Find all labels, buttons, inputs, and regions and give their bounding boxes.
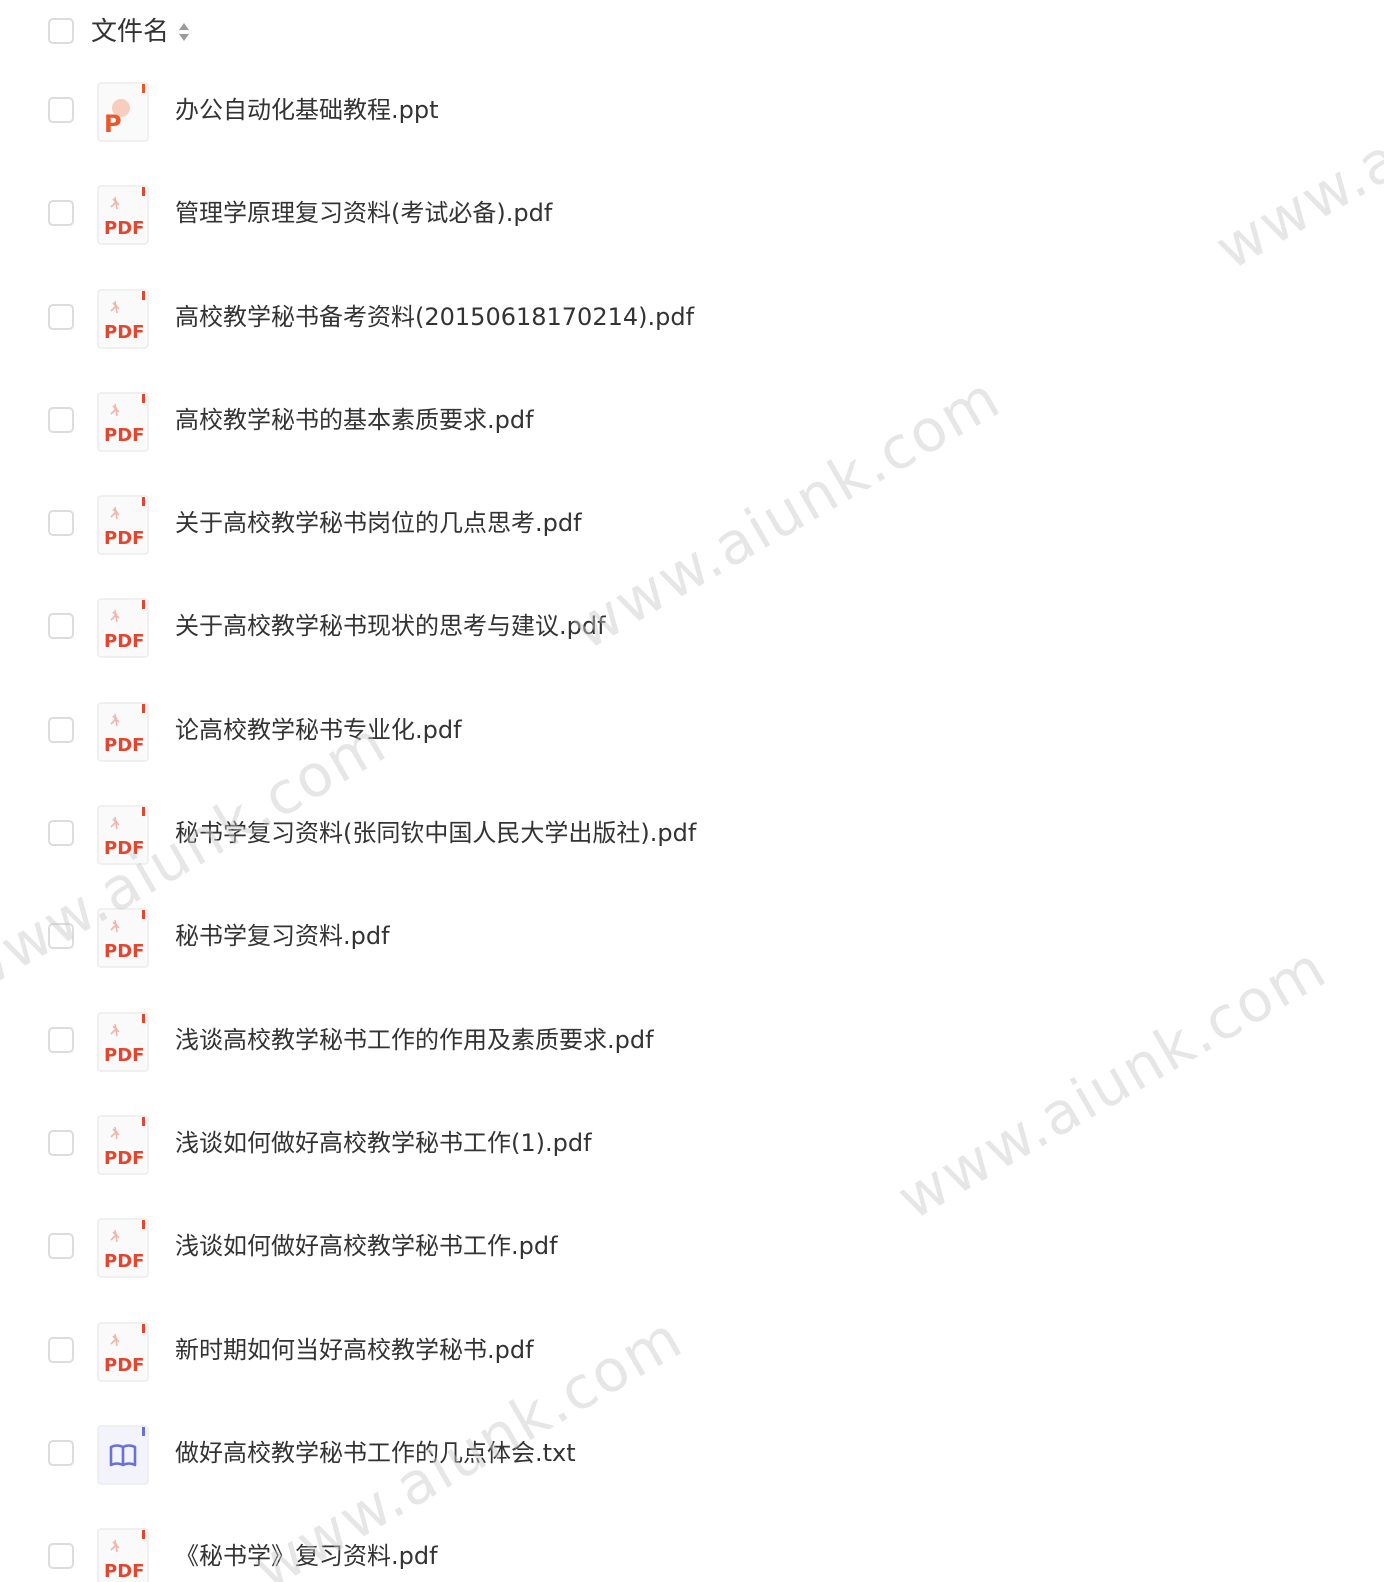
svg-text:PDF: PDF <box>104 528 144 549</box>
file-name[interactable]: 关于高校教学秘书岗位的几点思考.pdf <box>175 505 582 541</box>
file-name[interactable]: 新时期如何当好高校教学秘书.pdf <box>175 1332 534 1368</box>
file-row[interactable]: PDF 关于高校教学秘书现状的思考与建议.pdf <box>0 576 1384 679</box>
file-checkbox[interactable] <box>48 923 74 950</box>
file-row[interactable]: PDF 管理学原理复习资料(考试必备).pdf <box>0 163 1384 266</box>
file-checkbox[interactable] <box>48 1336 74 1363</box>
file-list: P 办公自动化基础教程.ppt PDF 管理学原理复习资料(考试必备).pdf PDF 高… <box>0 60 1384 1582</box>
file-checkbox[interactable] <box>48 1543 74 1570</box>
file-row[interactable]: PDF 关于高校教学秘书岗位的几点思考.pdf <box>0 473 1384 576</box>
file-name[interactable]: 做好高校教学秘书工作的几点体会.txt <box>175 1435 576 1471</box>
file-checkbox[interactable] <box>48 1129 74 1156</box>
svg-text:PDF: PDF <box>104 631 144 652</box>
pdf-file-icon: PDF <box>97 908 149 969</box>
file-checkbox[interactable] <box>48 613 74 640</box>
file-checkbox[interactable] <box>48 1026 74 1053</box>
file-checkbox[interactable] <box>48 406 74 433</box>
file-row[interactable]: PDF 浅谈如何做好高校教学秘书工作(1).pdf <box>0 1093 1384 1196</box>
pdf-file-icon: PDF <box>97 185 149 246</box>
file-name[interactable]: 浅谈高校教学秘书工作的作用及素质要求.pdf <box>175 1022 654 1058</box>
pdf-file-icon: PDF <box>97 805 149 865</box>
select-all-checkbox[interactable] <box>48 18 74 44</box>
txt-file-icon <box>97 1425 149 1485</box>
file-row[interactable]: PDF 高校教学秘书的基本素质要求.pdf <box>0 370 1384 473</box>
svg-text:PDF: PDF <box>104 425 144 446</box>
pdf-file-icon: PDF <box>97 495 149 555</box>
file-row[interactable]: PDF 高校教学秘书备考资料(20150618170214).pdf <box>0 267 1384 370</box>
svg-text:PDF: PDF <box>104 1561 144 1582</box>
file-name[interactable]: 高校教学秘书备考资料(20150618170214).pdf <box>175 299 694 335</box>
file-row[interactable]: PDF 《秘书学》复习资料.pdf <box>0 1506 1384 1582</box>
file-row[interactable]: 做好高校教学秘书工作的几点体会.txt <box>0 1403 1384 1506</box>
file-checkbox[interactable] <box>48 820 74 847</box>
svg-text:P: P <box>104 110 122 138</box>
file-row[interactable]: PDF 论高校教学秘书专业化.pdf <box>0 680 1384 783</box>
file-row[interactable]: PDF 浅谈高校教学秘书工作的作用及素质要求.pdf <box>0 990 1384 1093</box>
file-checkbox[interactable] <box>48 1439 74 1466</box>
svg-text:PDF: PDF <box>104 322 144 343</box>
file-row[interactable]: P 办公自动化基础教程.ppt <box>0 60 1384 163</box>
svg-text:PDF: PDF <box>104 1355 144 1376</box>
filename-column-header[interactable]: 文件名 <box>91 14 169 50</box>
svg-text:PDF: PDF <box>104 1045 144 1066</box>
pdf-file-icon: PDF <box>97 1011 149 1072</box>
pdf-file-icon: PDF <box>97 1218 149 1279</box>
file-row[interactable]: PDF 浅谈如何做好高校教学秘书工作.pdf <box>0 1196 1384 1299</box>
pdf-file-icon: PDF <box>97 1528 149 1582</box>
file-list-page: 文件名 P 办公自动化基础教程.ppt PDF 管理学原理复习资料(考试必备).pdf… <box>0 0 1384 1582</box>
svg-text:PDF: PDF <box>104 1251 144 1272</box>
file-name[interactable]: 论高校教学秘书专业化.pdf <box>175 712 462 748</box>
pdf-file-icon: PDF <box>97 1321 149 1382</box>
file-checkbox[interactable] <box>48 1233 74 1260</box>
file-name[interactable]: 秘书学复习资料.pdf <box>175 918 390 954</box>
file-row[interactable]: PDF 秘书学复习资料.pdf <box>0 886 1384 989</box>
file-name[interactable]: 浅谈如何做好高校教学秘书工作.pdf <box>175 1228 558 1264</box>
svg-text:PDF: PDF <box>104 1148 144 1169</box>
ppt-file-icon: P <box>97 82 149 142</box>
file-row[interactable]: PDF 新时期如何当好高校教学秘书.pdf <box>0 1300 1384 1403</box>
file-checkbox[interactable] <box>48 200 74 227</box>
list-header: 文件名 <box>0 0 1384 64</box>
pdf-file-icon: PDF <box>97 392 149 452</box>
svg-text:PDF: PDF <box>104 838 144 859</box>
pdf-file-icon: PDF <box>97 702 149 762</box>
file-name[interactable]: 高校教学秘书的基本素质要求.pdf <box>175 402 534 438</box>
pdf-file-icon: PDF <box>97 1115 149 1175</box>
file-name[interactable]: 秘书学复习资料(张同钦中国人民大学出版社).pdf <box>175 815 696 851</box>
pdf-file-icon: PDF <box>97 598 149 659</box>
file-checkbox[interactable] <box>48 716 74 743</box>
file-name[interactable]: 浅谈如何做好高校教学秘书工作(1).pdf <box>175 1125 592 1161</box>
svg-text:PDF: PDF <box>104 218 144 239</box>
pdf-file-icon: PDF <box>97 288 149 349</box>
file-checkbox[interactable] <box>48 97 74 123</box>
svg-text:PDF: PDF <box>104 941 144 962</box>
file-checkbox[interactable] <box>48 303 74 330</box>
file-name[interactable]: 关于高校教学秘书现状的思考与建议.pdf <box>175 608 606 644</box>
sort-icon[interactable] <box>177 21 191 43</box>
file-name[interactable]: 办公自动化基础教程.ppt <box>175 92 439 128</box>
svg-text:PDF: PDF <box>104 735 144 756</box>
file-name[interactable]: 《秘书学》复习资料.pdf <box>175 1538 438 1574</box>
file-name[interactable]: 管理学原理复习资料(考试必备).pdf <box>175 195 552 231</box>
file-checkbox[interactable] <box>48 510 74 537</box>
file-row[interactable]: PDF 秘书学复习资料(张同钦中国人民大学出版社).pdf <box>0 783 1384 886</box>
